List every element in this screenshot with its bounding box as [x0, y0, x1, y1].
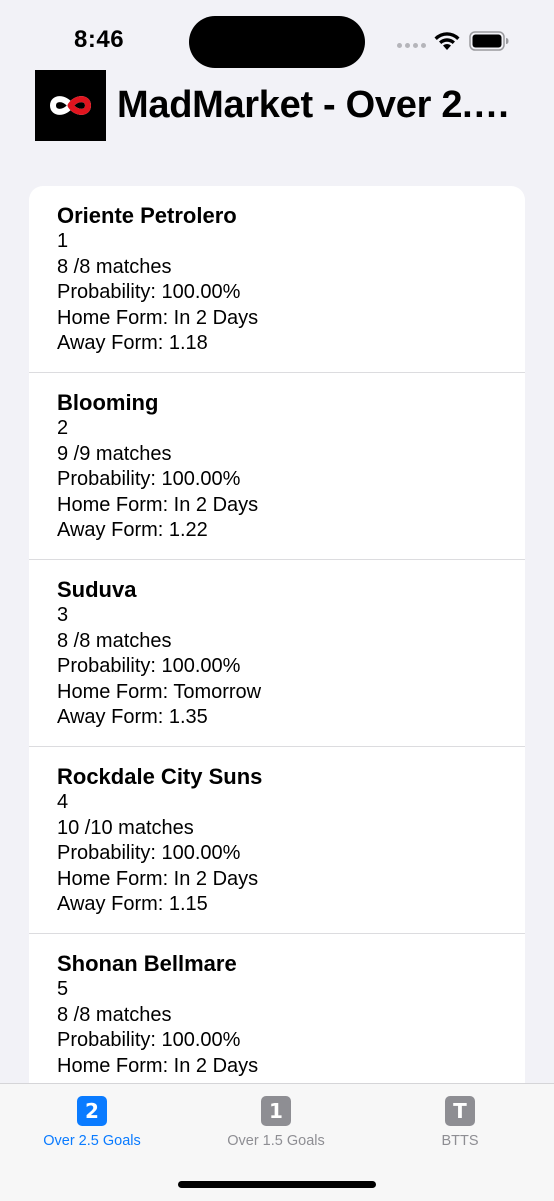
list-item[interactable]: Suduva 3 8 /8 matches Probability: 100.0… — [29, 560, 525, 747]
away-form: Away Form: 1.15 — [57, 893, 208, 915]
away-form: Away Form: 1.35 — [57, 706, 208, 728]
dynamic-island — [189, 16, 365, 68]
team-name: Blooming — [57, 390, 159, 415]
tab-over-2-5-goals[interactable]: 2 Over 2.5 Goals — [0, 1096, 184, 1149]
tab-btts[interactable]: T BTTS — [368, 1096, 552, 1149]
match-count: 8 /8 matches — [57, 1003, 172, 1026]
probability: Probability: 100.00% — [57, 281, 241, 303]
team-name: Suduva — [57, 577, 137, 602]
rank: 1 — [57, 230, 69, 252]
letter-t-square-icon: T — [445, 1096, 475, 1126]
cellular-signal-icon — [397, 43, 426, 48]
probability: Probability: 100.00% — [57, 842, 241, 864]
rank: 5 — [57, 978, 69, 1000]
list-item[interactable]: Rockdale City Suns 4 10 /10 matches Prob… — [29, 747, 525, 934]
battery-icon — [469, 31, 509, 51]
status-bar: 8:46 — [0, 0, 554, 80]
probability: Probability: 100.00% — [57, 468, 241, 490]
away-form: Away Form: 1.18 — [57, 332, 208, 354]
page-title: MadMarket - Over 2.5 Goals — [117, 84, 522, 126]
tab-label: BTTS — [441, 1133, 479, 1149]
tab-label: Over 2.5 Goals — [43, 1133, 141, 1149]
rank: 4 — [57, 791, 69, 813]
tab-over-1-5-goals[interactable]: 1 Over 1.5 Goals — [184, 1096, 368, 1149]
home-form: Home Form: In 2 Days — [57, 1054, 259, 1077]
home-form: Home Form: In 2 Days — [57, 493, 259, 516]
infinity-logo-icon — [49, 96, 92, 115]
team-name: Rockdale City Suns — [57, 764, 263, 789]
number-1-square-icon: 1 — [261, 1096, 291, 1126]
probability: Probability: 100.00% — [57, 1029, 241, 1051]
app-logo — [35, 70, 106, 141]
list-item[interactable]: Oriente Petrolero 1 8 /8 matches Probabi… — [29, 186, 525, 373]
rank: 3 — [57, 604, 69, 626]
team-name: Oriente Petrolero — [57, 203, 237, 228]
team-name: Shonan Bellmare — [57, 951, 237, 976]
match-count: 8 /8 matches — [57, 629, 172, 652]
number-2-square-icon: 2 — [77, 1096, 107, 1126]
tab-label: Over 1.5 Goals — [227, 1133, 325, 1149]
list-item[interactable]: Blooming 2 9 /9 matches Probability: 100… — [29, 373, 525, 560]
app-header: MadMarket - Over 2.5 Goals — [0, 70, 554, 144]
list-item[interactable]: Shonan Bellmare 5 8 /8 matches Probabili… — [29, 934, 525, 1086]
away-form: Away Form: 1.22 — [57, 519, 208, 541]
match-list[interactable]: Oriente Petrolero 1 8 /8 matches Probabi… — [29, 186, 525, 1086]
match-count: 10 /10 matches — [57, 816, 194, 839]
home-form: Home Form: In 2 Days — [57, 867, 259, 890]
match-count: 8 /8 matches — [57, 255, 172, 278]
rank: 2 — [57, 417, 69, 439]
probability: Probability: 100.00% — [57, 655, 241, 677]
home-form: Home Form: In 2 Days — [57, 306, 259, 329]
status-time: 8:46 — [74, 26, 125, 53]
home-form: Home Form: Tomorrow — [57, 680, 262, 703]
match-count: 9 /9 matches — [57, 442, 172, 465]
wifi-icon — [434, 32, 460, 50]
home-indicator[interactable] — [178, 1181, 376, 1188]
